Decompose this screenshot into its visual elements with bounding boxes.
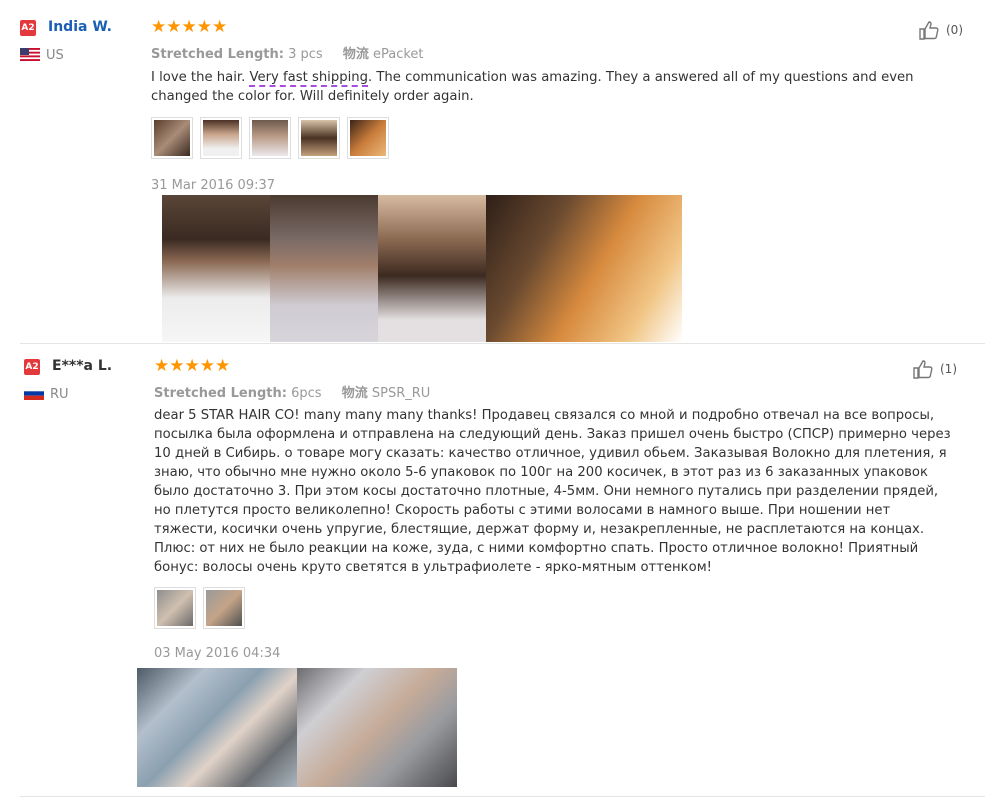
- photo-thumbnail[interactable]: [298, 117, 340, 159]
- review-photo[interactable]: [162, 195, 270, 342]
- order-info: Stretched Length: 6pcs 物流 SPSR_RU: [154, 382, 430, 401]
- review-divider: [20, 796, 985, 797]
- expanded-photos: [137, 668, 457, 787]
- length-value: 6pcs: [291, 386, 322, 401]
- ru-flag-icon: [24, 387, 44, 400]
- like-count: (1): [940, 362, 957, 376]
- review-text: dear 5 STAR HAIR CO! many many many than…: [154, 408, 951, 575]
- review-date: 03 May 2016 04:34: [154, 646, 281, 661]
- reviewer-name[interactable]: E***a L.: [52, 358, 112, 374]
- photo-thumbnails: [151, 117, 389, 159]
- like-count: (0): [946, 23, 963, 37]
- photo-thumbnail[interactable]: [249, 117, 291, 159]
- logistics-label: 物流: [342, 47, 369, 62]
- review-text: I love the hair. Very fast shipping. The…: [151, 68, 961, 106]
- reviewer-name[interactable]: India W.: [48, 19, 112, 35]
- thumbs-up-icon: [919, 21, 939, 40]
- review-photo[interactable]: [137, 668, 297, 787]
- photo-thumbnail[interactable]: [154, 587, 196, 629]
- buyer-level-badge: A2: [24, 359, 40, 375]
- us-flag-icon: [20, 48, 40, 61]
- review-photo[interactable]: [486, 195, 682, 342]
- review-divider: [20, 343, 985, 344]
- thumbs-up-icon: [913, 360, 933, 379]
- photo-thumbnail[interactable]: [203, 587, 245, 629]
- reviewer-country: RU: [50, 387, 69, 402]
- order-info: Stretched Length: 3 pcs 物流 ePacket: [151, 43, 424, 62]
- like-button[interactable]: (1): [912, 358, 957, 380]
- rating-stars: ★★★★★: [151, 17, 228, 37]
- length-label: Stretched Length:: [151, 47, 284, 62]
- review-date: 31 Mar 2016 09:37: [151, 178, 276, 193]
- reviewer-country: US: [46, 48, 64, 63]
- length-label: Stretched Length:: [154, 386, 287, 401]
- buyer-level-badge: A2: [20, 20, 36, 36]
- review-text-highlight: Very fast shipping: [249, 70, 368, 87]
- review-photo[interactable]: [297, 668, 457, 787]
- review-photo[interactable]: [270, 195, 378, 342]
- photo-thumbnail[interactable]: [347, 117, 389, 159]
- review-text-part: I love the hair.: [151, 70, 250, 85]
- photo-thumbnail[interactable]: [200, 117, 242, 159]
- logistics-value: SPSR_RU: [371, 386, 431, 401]
- logistics-value: ePacket: [372, 47, 424, 62]
- photo-thumbnails: [154, 587, 245, 629]
- rating-stars: ★★★★★: [154, 356, 231, 376]
- logistics-label: 物流: [341, 386, 368, 401]
- expanded-photos: [162, 195, 682, 342]
- length-value: 3 pcs: [288, 47, 323, 62]
- photo-thumbnail[interactable]: [151, 117, 193, 159]
- like-button[interactable]: (0): [918, 19, 963, 41]
- review-photo[interactable]: [378, 195, 486, 342]
